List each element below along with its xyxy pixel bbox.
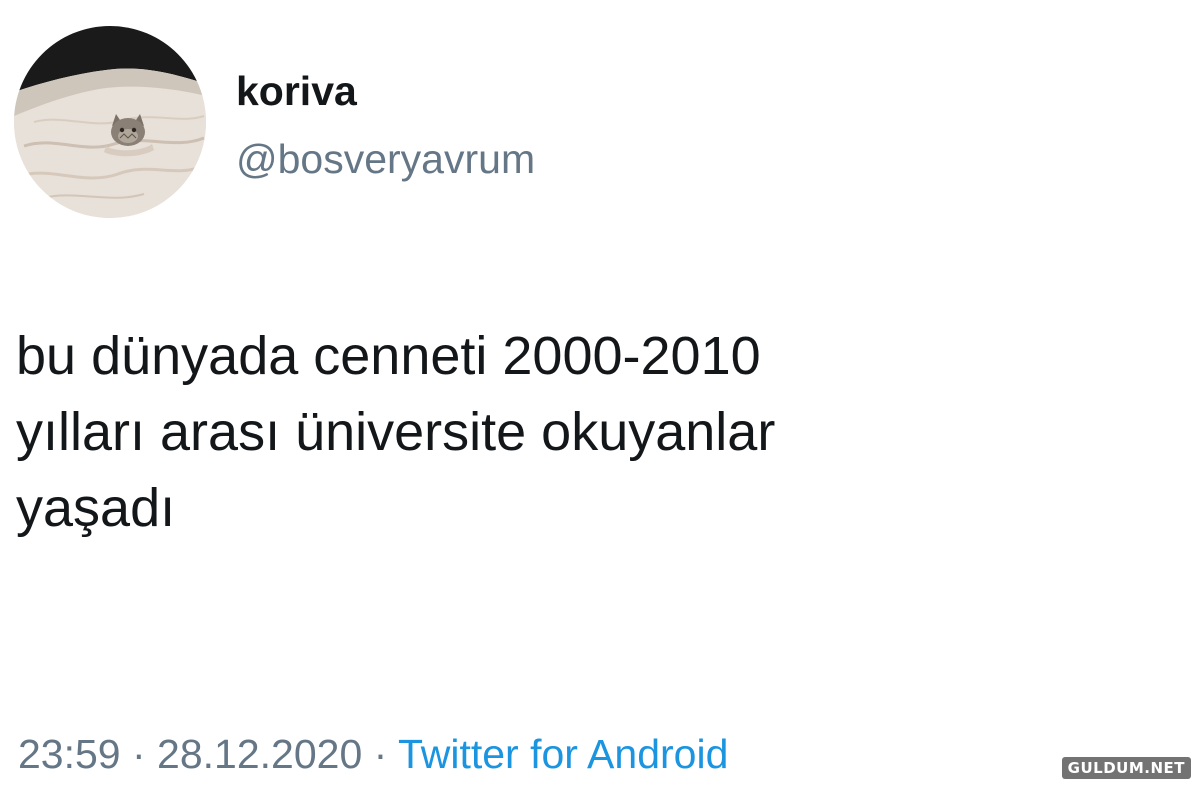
avatar[interactable] (14, 26, 206, 218)
meta-separator: · (362, 731, 398, 777)
tweet-date[interactable]: 28.12.2020 (157, 731, 362, 777)
site-watermark: GULDUM.NET (1061, 757, 1191, 779)
tweet-source-link[interactable]: Twitter for Android (398, 731, 728, 777)
tweet-text: bu dünyada cenneti 2000-2010 yılları ara… (16, 318, 1156, 546)
user-handle[interactable]: @bosveryavrum (236, 136, 535, 183)
cat-in-blanket-avatar-icon (14, 26, 206, 218)
tweet-text-line: yaşadı (16, 478, 176, 538)
tweet-card: koriva @bosveryavrum bu dünyada cenneti … (0, 0, 1199, 787)
tweet-metadata: 23:59 · 28.12.2020 · Twitter for Android (18, 731, 728, 778)
tweet-time[interactable]: 23:59 (18, 731, 121, 777)
display-name[interactable]: koriva (236, 68, 357, 115)
tweet-text-line: bu dünyada cenneti 2000-2010 (16, 326, 761, 386)
meta-separator: · (120, 731, 158, 777)
tweet-text-line: yılları arası üniversite okuyanlar (16, 402, 776, 462)
